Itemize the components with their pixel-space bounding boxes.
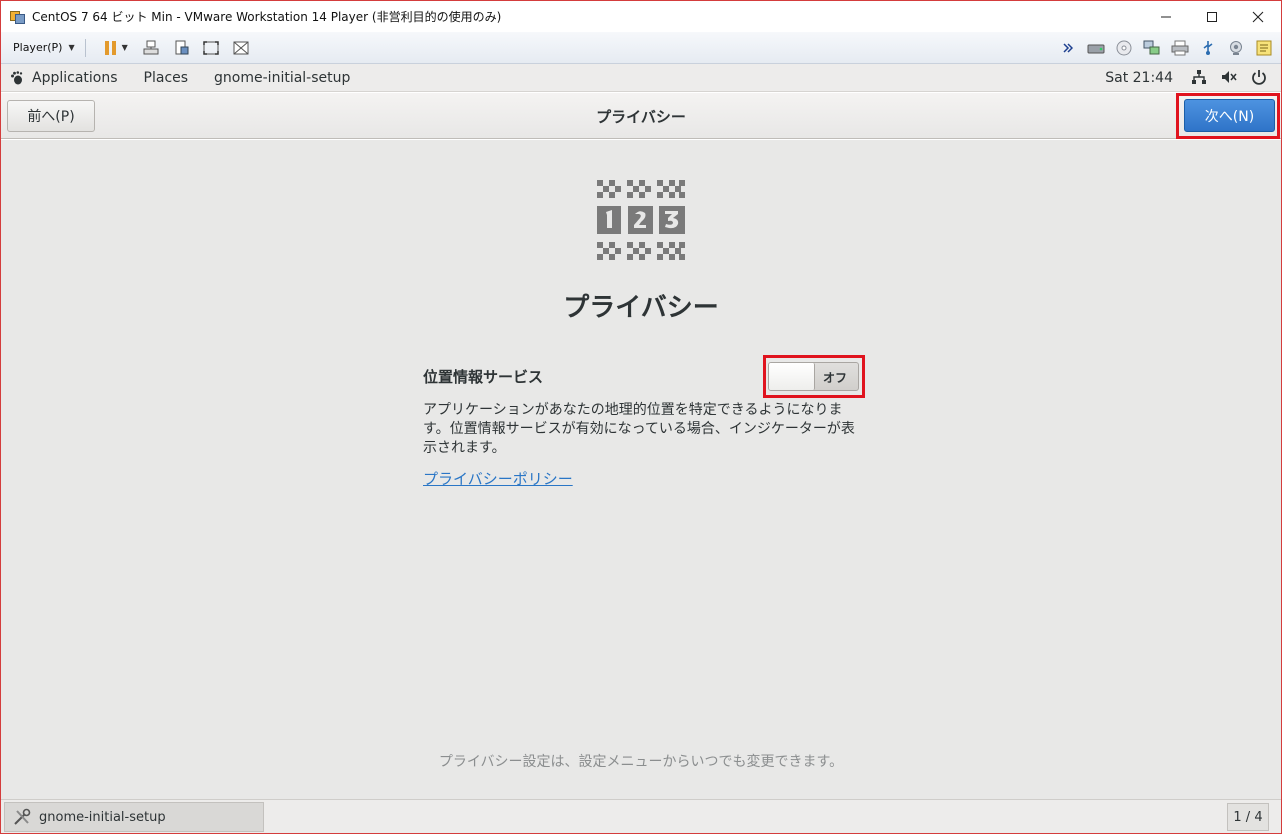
power-icon	[1251, 69, 1267, 89]
next-button[interactable]: 次へ(N)	[1184, 99, 1275, 132]
toolbar-separator	[84, 38, 86, 57]
gnome-foot-icon	[10, 70, 24, 85]
removable-devices-icon[interactable]	[172, 40, 190, 56]
send-ctrl-alt-del-icon[interactable]	[142, 40, 160, 56]
vmware-app-icon	[10, 9, 26, 25]
switch-state-label: オフ	[822, 371, 847, 385]
system-menu[interactable]	[1191, 69, 1267, 89]
maximize-icon[interactable]	[1189, 1, 1235, 32]
window-controls	[1143, 1, 1281, 32]
footer-note: プライバシー設定は、設定メニューからいつでも変更できます。	[438, 754, 844, 770]
switch-knob	[769, 363, 815, 390]
app-menu[interactable]: gnome-initial-setup	[214, 70, 350, 86]
workspace-pager[interactable]: 1 / 4	[1227, 803, 1269, 831]
fullscreen-icon[interactable]	[202, 40, 220, 56]
privacy-policy-link[interactable]: プライバシーポリシー	[423, 468, 573, 489]
privacy-icon	[597, 180, 685, 262]
window-title: CentOS 7 64 ビット Min - VMware Workstation…	[32, 10, 502, 24]
privacy-page: プライバシー 位置情報サービス オフ アプリケーションがあなたの地理的位置を特定…	[1, 140, 1281, 799]
places-menu[interactable]: Places	[144, 70, 189, 86]
vmware-toolbar: Player(P) ▼ ▼	[1, 32, 1281, 64]
sound-icon[interactable]	[1227, 40, 1245, 56]
volume-muted-icon	[1221, 69, 1237, 89]
network-adapter-icon[interactable]	[1143, 40, 1161, 56]
applications-menu[interactable]: Applications	[32, 70, 118, 86]
device-icons	[1059, 40, 1273, 56]
expand-icon[interactable]	[1059, 40, 1077, 56]
network-icon	[1191, 69, 1207, 89]
header-bar: 前へ(P) プライバシー 次へ(N)	[1, 93, 1281, 139]
taskbar: gnome-initial-setup 1 / 4	[1, 799, 1281, 833]
chevron-down-icon: ▼	[68, 43, 75, 52]
prev-button[interactable]: 前へ(P)	[7, 100, 95, 132]
message-log-icon[interactable]	[1255, 40, 1273, 56]
clock[interactable]: Sat 21:44	[1105, 70, 1173, 86]
location-services-switch[interactable]: オフ	[768, 362, 859, 391]
taskbar-item-label: gnome-initial-setup	[39, 809, 166, 825]
taskbar-item[interactable]: gnome-initial-setup	[4, 802, 264, 832]
minimize-icon[interactable]	[1143, 1, 1189, 32]
tools-icon	[13, 808, 31, 826]
location-services-description: アプリケーションがあなたの地理的位置を特定できるようになります。位置情報サービス…	[423, 402, 855, 456]
hard-disk-icon[interactable]	[1087, 40, 1105, 56]
close-icon[interactable]	[1235, 1, 1281, 32]
printer-icon[interactable]	[1171, 40, 1189, 56]
gnome-top-bar: Applications Places gnome-initial-setup …	[1, 64, 1281, 92]
window-title-bar: CentOS 7 64 ビット Min - VMware Workstation…	[0, 0, 1282, 32]
pause-icon[interactable]	[102, 40, 120, 56]
player-menu[interactable]: Player(P) ▼	[13, 41, 75, 54]
usb-icon[interactable]	[1199, 40, 1217, 56]
unity-icon[interactable]	[232, 40, 250, 56]
location-services-label: 位置情報サービス	[423, 368, 544, 386]
player-menu-label: Player(P)	[13, 41, 63, 54]
chevron-down-icon[interactable]: ▼	[122, 43, 128, 52]
page-heading: プライバシー	[563, 293, 719, 323]
cd-dvd-icon[interactable]	[1115, 40, 1133, 56]
header-title: プライバシー	[596, 108, 686, 126]
